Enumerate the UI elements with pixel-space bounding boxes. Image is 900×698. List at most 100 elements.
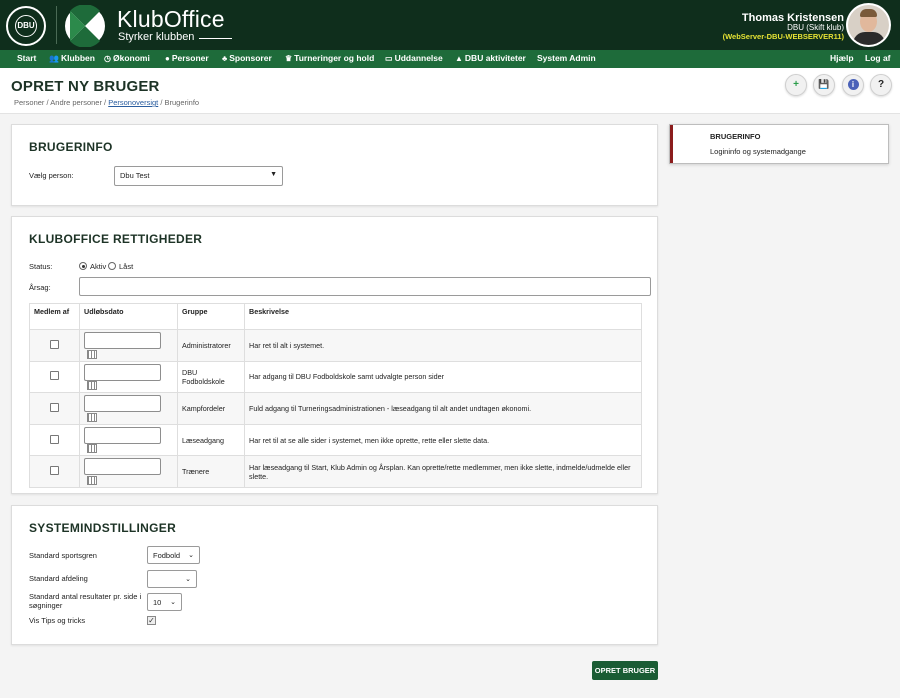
brugerinfo-panel: BRUGERINFO Vælg person: Dbu Test ▼	[11, 124, 658, 206]
col-beskrivelse: Beskrivelse	[244, 303, 642, 330]
avatar[interactable]	[846, 3, 891, 47]
create-user-button[interactable]: OPRET BRUGER	[592, 661, 658, 680]
page-header: OPRET NY BRUGER Personer / Andre persone…	[0, 68, 900, 114]
brand-title: KlubOffice	[117, 6, 225, 32]
expiry-date-input[interactable]	[84, 363, 161, 381]
status-radio-last[interactable]	[108, 262, 116, 270]
nav-system-admin[interactable]: System Admin	[537, 53, 596, 63]
description-cell: Har adgang til DBU Fodboldskole samt udv…	[244, 360, 642, 394]
nav-dbu-aktiviteter[interactable]: ▲ DBU aktiviteter	[455, 53, 526, 63]
table-header-row: Medlem af Udløbsdato Gruppe Beskrivelse	[29, 303, 642, 330]
info-icon: i	[843, 79, 863, 90]
save-button[interactable]: 💾	[813, 74, 835, 96]
coin-icon: ◷	[104, 54, 111, 63]
page-title: OPRET NY BRUGER	[11, 78, 160, 95]
col-udlobsdato: Udløbsdato	[79, 303, 178, 330]
results-select[interactable]: 10 ⌄	[147, 593, 182, 611]
expiry-date-input[interactable]	[84, 426, 161, 444]
dept-select[interactable]: ⌄	[147, 570, 197, 588]
description-cell: Har ret til alt i systemet.	[244, 329, 642, 362]
nav-personer-label: Personer	[171, 53, 209, 63]
sport-select-value: Fodbold	[153, 551, 181, 560]
add-button[interactable]: +	[785, 74, 807, 96]
reason-label: Årsag:	[29, 283, 51, 292]
expiry-date-input[interactable]	[84, 332, 161, 349]
nav-okonomi-label: Økonomi	[112, 53, 150, 63]
nav-start[interactable]: Start	[17, 53, 36, 63]
member-cell	[29, 360, 80, 394]
calendar-icon[interactable]	[87, 381, 97, 391]
sport-select[interactable]: Fodbold ⌄	[147, 546, 200, 564]
member-checkbox[interactable]	[50, 434, 59, 444]
chevron-down-icon: ⌄	[170, 599, 176, 606]
expiry-date-input[interactable]	[84, 458, 161, 476]
brand-underline	[199, 38, 232, 39]
member-checkbox[interactable]	[50, 402, 59, 412]
member-checkbox[interactable]	[50, 339, 59, 349]
nav-personer[interactable]: ● Personer	[165, 53, 209, 63]
brugerinfo-title: BRUGERINFO	[29, 140, 113, 154]
member-cell	[29, 329, 80, 362]
nav-uddannelse[interactable]: ▭ Uddannelse	[385, 53, 443, 63]
table-row: Kampfordeler Fuld adgang til Turneringsa…	[29, 392, 642, 425]
member-checkbox[interactable]	[50, 466, 59, 476]
trophy-icon: ♛	[285, 54, 293, 63]
calendar-icon[interactable]	[87, 412, 97, 422]
calendar-icon[interactable]	[87, 475, 97, 485]
nav-okonomi[interactable]: ◷ Økonomi	[104, 53, 150, 63]
status-last-label: Låst	[119, 262, 134, 271]
col-gruppe: Gruppe	[177, 303, 245, 330]
avatar-body	[853, 32, 885, 45]
info-button[interactable]: i	[842, 74, 864, 96]
calendar-icon[interactable]	[87, 444, 97, 454]
user-club[interactable]: DBU (Skift klub)	[787, 23, 844, 32]
help-button[interactable]: ?	[870, 74, 892, 96]
side-active-bar	[670, 125, 673, 163]
save-icon: 💾	[818, 79, 830, 89]
side-subtitle: Logininfo og systemadgange	[710, 147, 806, 156]
date-cell	[79, 329, 178, 362]
breadcrumb-current: / Brugerinfo	[158, 98, 200, 107]
reason-input[interactable]	[79, 277, 651, 296]
chevron-down-icon: ▼	[270, 171, 277, 178]
person-select-value: Dbu Test	[120, 171, 150, 180]
header-divider	[56, 6, 57, 44]
status-radio-aktiv[interactable]	[79, 262, 87, 270]
expiry-date-input[interactable]	[84, 395, 161, 413]
help-icon: ?	[877, 79, 885, 90]
nav-start-label: Start	[17, 53, 37, 63]
info-glyph: i	[847, 79, 859, 90]
breadcrumb-part: Personer / Andre personer /	[14, 98, 109, 107]
board-icon: ▭	[385, 54, 393, 63]
graduation-icon: ▲	[455, 54, 463, 63]
member-cell	[29, 392, 80, 425]
nav-turneringer[interactable]: ♛ Turneringer og hold	[285, 53, 374, 63]
tips-checkbox[interactable]: ✓	[147, 616, 156, 625]
sport-label: Standard sportsgren	[29, 551, 97, 560]
nav-logout[interactable]: Log af	[865, 53, 891, 63]
calendar-icon[interactable]	[87, 349, 97, 359]
nav-help[interactable]: Hjælp	[830, 53, 854, 63]
side-nav-brugerinfo[interactable]: BRUGERINFO Logininfo og systemadgange	[669, 124, 889, 164]
table-row: DBU Fodboldskole Har adgang til DBU Fodb…	[29, 360, 642, 394]
avatar-hair	[860, 9, 877, 17]
breadcrumb-link-personoversigt[interactable]: Personoversigt	[108, 98, 158, 107]
table-row: Trænere Har læseadgang til Start, Klub A…	[29, 455, 642, 488]
server-label: (WebServer-DBU-WEBSERVER11)	[722, 32, 844, 41]
nav-turneringer-label: Turneringer og hold	[294, 53, 375, 63]
group-cell: Læseadgang	[177, 423, 245, 457]
sponsor-icon: ♣	[222, 54, 228, 63]
date-cell	[79, 455, 178, 488]
nav-klubben[interactable]: 👥 Klubben	[49, 53, 95, 63]
nav-klubben-label: Klubben	[60, 53, 95, 63]
person-select[interactable]: Dbu Test ▼	[114, 166, 283, 186]
member-checkbox[interactable]	[50, 371, 59, 381]
add-icon: +	[793, 79, 799, 90]
nav-sponsorer[interactable]: ♣ Sponsorer	[222, 53, 272, 63]
chevron-down-icon: ⌄	[185, 576, 191, 583]
system-panel: SYSTEMINDSTILLINGER Standard sportsgren …	[11, 505, 658, 645]
kluboffice-logo-icon[interactable]	[64, 5, 106, 47]
system-title: SYSTEMINDSTILLINGER	[29, 521, 177, 535]
status-aktiv-label: Aktiv	[90, 262, 107, 271]
side-title: BRUGERINFO	[710, 132, 761, 141]
